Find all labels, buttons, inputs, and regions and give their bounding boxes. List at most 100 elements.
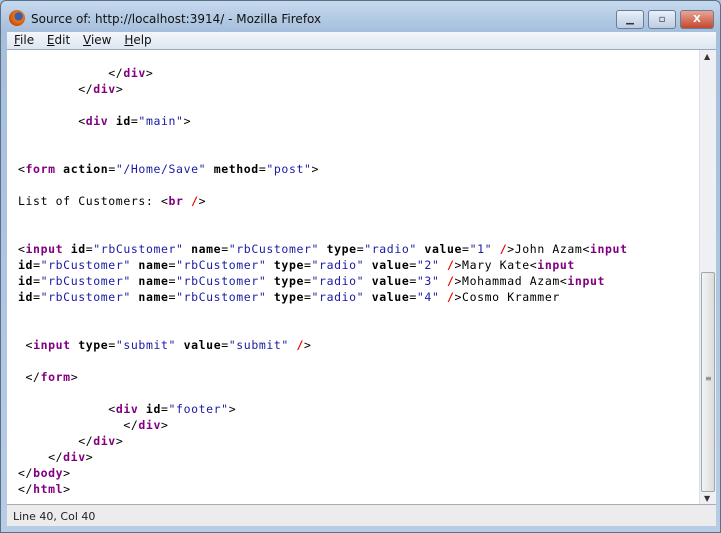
source-line: id="rbCustomer" name="rbCustomer" type="… [18,273,628,289]
tag-name: div [138,418,161,432]
source-line: </div> [18,65,628,81]
menu-edit-label: dit [54,33,71,47]
self-close-slash: / [191,194,199,208]
tag-name: input [567,274,606,288]
code-text: > [115,82,124,96]
source-line: </div> [18,81,628,97]
scroll-down-arrow-icon[interactable]: ▼ [704,494,710,503]
code-text: > [198,194,207,208]
menu-file[interactable]: File [14,32,34,49]
menu-bar: File Edit View Help [7,32,716,49]
menu-help[interactable]: Help [124,32,151,49]
menu-help-label: elp [133,33,152,47]
source-line: <input id="rbCustomer" name="rbCustomer"… [18,241,628,257]
attribute-name: name [138,290,169,304]
attribute-value: "rbCustomer" [176,290,267,304]
code-text: < [18,242,26,256]
title-bar[interactable]: Source of: http://localhost:3914/ - Mozi… [1,1,720,31]
source-line [18,305,628,321]
source-line: </div> [18,417,628,433]
browser-window: Source of: http://localhost:3914/ - Mozi… [0,0,721,533]
attribute-value: "radio" [311,258,365,272]
tag-name: html [33,482,64,496]
close-button[interactable]: X [680,10,714,29]
menu-edit-accel: E [46,33,55,47]
code-text: >Mary Kate< [454,258,538,272]
code-text: </ [18,370,41,384]
source-line [18,145,628,161]
tag-name: div [85,114,109,128]
status-bar: Line 40, Col 40 [7,504,716,526]
code-text: = [409,290,417,304]
attribute-name: name [191,242,222,256]
menu-view-accel: V [83,33,91,47]
menu-file-label: ile [20,33,35,47]
tag-name: form [40,370,71,384]
attribute-name: type [78,338,109,352]
tag-name: div [123,66,146,80]
code-text: >Cosmo Krammer [454,290,560,304]
attribute-value: "post" [266,162,312,176]
minimize-button[interactable]: ▁ [616,10,644,29]
code-text: </ [18,434,94,448]
code-text: = [33,274,41,288]
cursor-position: Line 40, Col 40 [13,510,96,523]
source-line [18,177,628,193]
code-text: > [70,370,79,384]
scrollbar-thumb[interactable]: ≡ [701,272,715,492]
code-text: </ [18,482,34,496]
source-line: </html> [18,481,628,497]
tag-name: input [33,338,71,352]
attribute-value: "radio" [311,274,365,288]
self-close-slash: / [447,274,455,288]
code-text: < [18,402,116,416]
attribute-value: "4" [416,290,440,304]
attribute-name: type [273,258,304,272]
code-text: = [221,242,229,256]
source-line: <div id="footer"> [18,401,628,417]
code-text: </ [18,450,64,464]
tag-name: div [93,434,116,448]
attribute-name: id [18,258,34,272]
code-text: > [160,418,169,432]
attribute-value: "radio" [364,242,417,256]
source-line [18,209,628,225]
code-text: < [18,114,86,128]
attribute-name: id [18,290,34,304]
source-line [18,225,628,241]
source-view[interactable]: </div> </div> <div id="main"> <form actio… [7,49,716,504]
scroll-up-arrow-icon[interactable]: ▲ [704,52,710,61]
window-title: Source of: http://localhost:3914/ - Mozi… [31,12,322,26]
source-line [18,321,628,337]
code-text: = [221,338,229,352]
code-text: = [168,290,177,304]
source-line: <div id="main"> [18,113,628,129]
code-text: > [145,66,154,80]
source-code: </div> </div> <div id="main"> <form actio… [18,65,628,497]
code-text: = [304,258,312,272]
code-text: List of Customers: < [18,194,169,208]
menu-edit[interactable]: Edit [47,32,70,49]
code-text: = [462,242,470,256]
self-close-slash: / [296,338,305,352]
attribute-name: value [371,290,410,304]
attribute-value: "/Home/Save" [115,162,207,176]
code-text: > [304,338,312,352]
source-line: List of Customers: <br /> [18,193,628,209]
source-line: </form> [18,369,628,385]
vertical-scrollbar[interactable]: ▲ ≡ ▼ [699,50,716,504]
code-text: = [33,290,41,304]
attribute-name: method [213,162,259,176]
self-close-slash: / [447,290,455,304]
attribute-name: action [63,162,109,176]
attribute-name: type [326,242,357,256]
code-text: > [183,114,192,128]
maximize-button[interactable]: ▫ [648,10,676,29]
menu-view[interactable]: View [83,32,111,49]
